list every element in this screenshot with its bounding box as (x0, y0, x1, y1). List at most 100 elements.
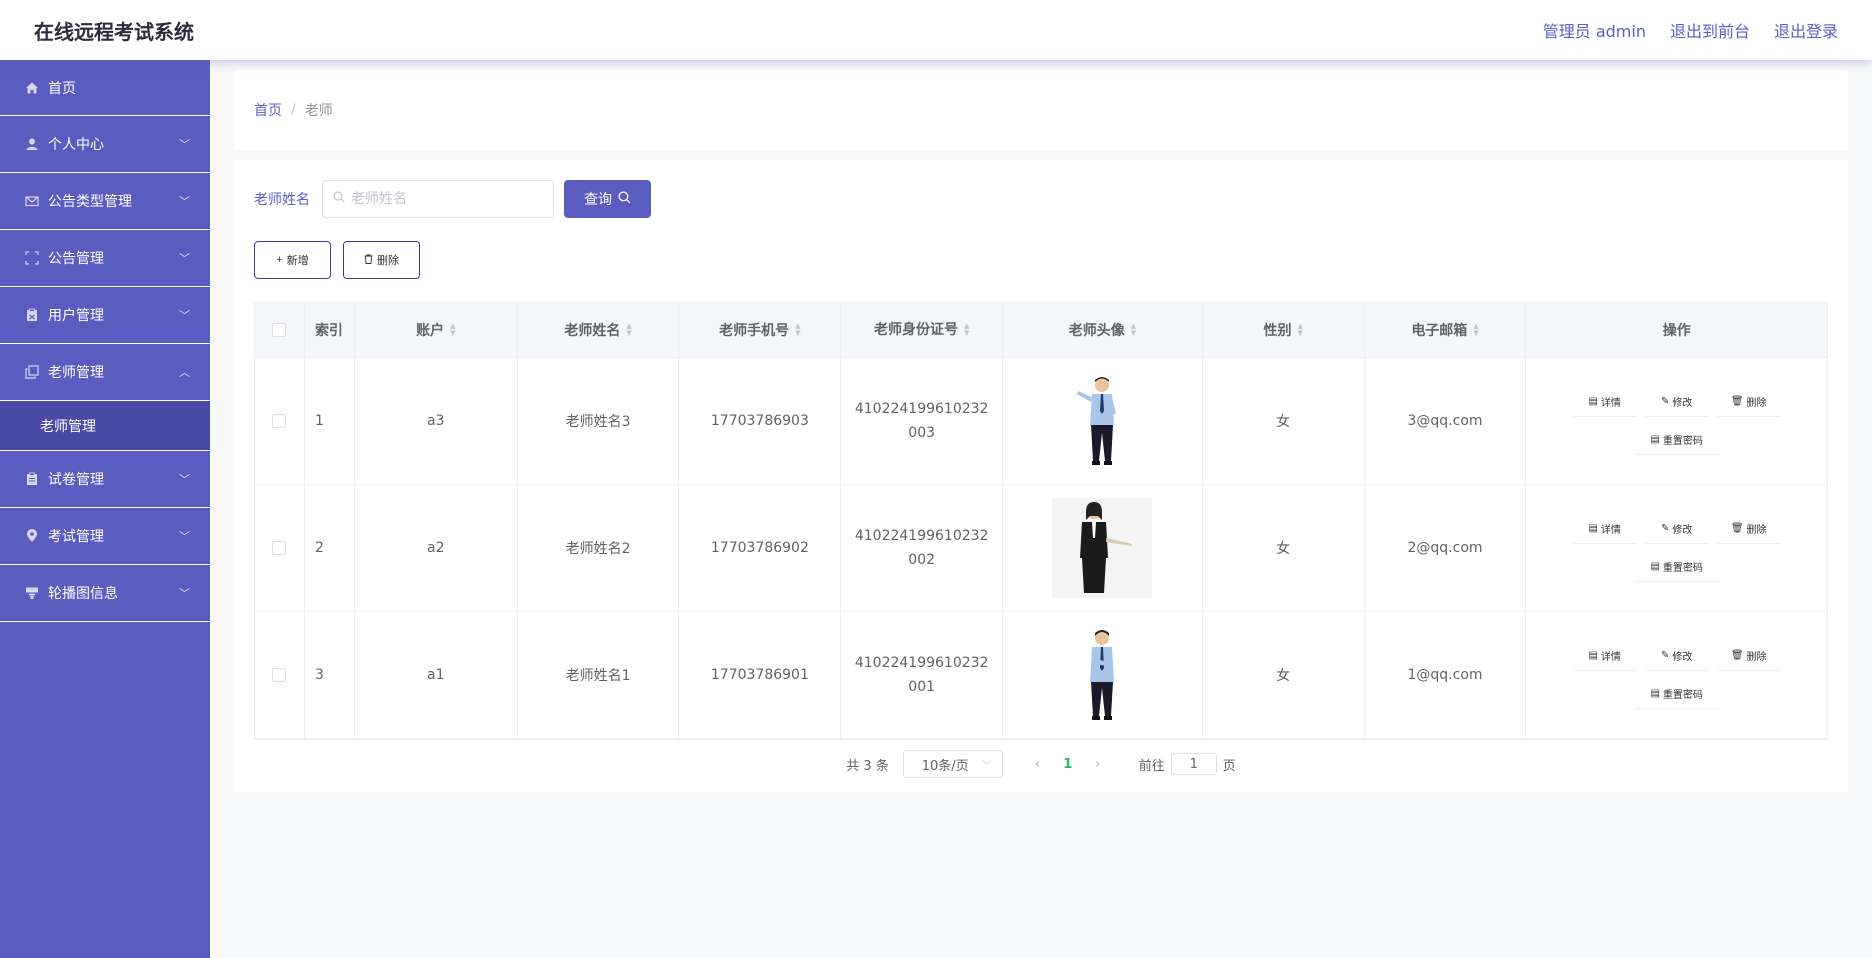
detail-button[interactable]: ▤ 详情 (1572, 387, 1637, 417)
ops-line: ▤ 详情 ✎ 修改 🗑 删除 (1572, 641, 1781, 671)
edit-button[interactable]: ✎ 修改 (1644, 641, 1709, 671)
header-label: 账户 (416, 323, 445, 339)
delete-button[interactable]: 🗑 删除 (1716, 641, 1781, 671)
sidebar-item-home[interactable]: 首页 (0, 60, 210, 116)
sidebar-item-exam-papers[interactable]: 试卷管理 ﹀ (0, 451, 210, 508)
cell-account: a1 (355, 612, 518, 738)
header-label: 老师身份证号 (873, 322, 958, 338)
chevron-down-icon: ﹀ (179, 473, 190, 486)
content-card: 老师姓名 查询 + 新增 (234, 160, 1848, 792)
row-checkbox[interactable] (272, 414, 287, 428)
batch-delete-button[interactable]: 删除 (343, 241, 420, 279)
breadcrumb-home[interactable]: 首页 (254, 100, 282, 120)
pagination: 共 3 条 10条/页 ﹀ ‹ 1 › 前往 页 (234, 750, 1848, 778)
reset-password-button[interactable]: ▤ 重置密码 (1633, 552, 1720, 582)
sort-icon[interactable]: ▲ ▼ (1131, 323, 1136, 337)
add-button[interactable]: + 新增 (254, 241, 331, 279)
header-id-card[interactable]: 老师身份证号 ▲ ▼ (841, 303, 1004, 357)
row-checkbox[interactable] (272, 541, 287, 555)
sidebar-item-label: 试卷管理 (48, 472, 104, 488)
front-link[interactable]: 退出到前台 (1670, 18, 1750, 42)
batch-delete-button-label: 删除 (377, 255, 399, 267)
edit-button[interactable]: ✎ 修改 (1644, 514, 1709, 544)
select-all-checkbox[interactable] (272, 323, 287, 337)
cell-index: 2 (305, 485, 355, 611)
reset-password-button[interactable]: ▤ 重置密码 (1633, 425, 1720, 455)
header-phone[interactable]: 老师手机号 ▲ ▼ (679, 303, 842, 357)
submenu-item-teacher-management[interactable]: 老师管理 (0, 401, 210, 451)
header-account[interactable]: 账户 ▲ ▼ (355, 303, 518, 357)
cell-phone: 17703786903 (679, 358, 842, 484)
reset-password-button[interactable]: ▤ 重置密码 (1633, 679, 1720, 709)
admin-label[interactable]: 管理员 admin (1543, 18, 1646, 42)
sort-icon[interactable]: ▲ ▼ (795, 323, 800, 337)
sidebar-item-teachers[interactable]: 老师管理 ︿ (0, 344, 210, 401)
chevron-down-icon: ﹀ (179, 195, 190, 208)
page-number-current[interactable]: 1 (1053, 757, 1083, 772)
sidebar-item-users[interactable]: 用户管理 ﹀ (0, 287, 210, 344)
delete-button[interactable]: 🗑 删除 (1716, 387, 1781, 417)
cell-avatar (1003, 358, 1203, 484)
delete-button[interactable]: 🗑 删除 (1716, 514, 1781, 544)
header-index: 索引 (305, 303, 355, 357)
query-button-label: 查询 (584, 191, 612, 207)
sidebar-item-label: 轮播图信息 (48, 586, 118, 602)
sort-icon[interactable]: ▲ ▼ (964, 323, 969, 337)
cell-phone: 17703786901 (679, 612, 842, 738)
sort-icon[interactable]: ▲ ▼ (1298, 323, 1303, 337)
mail-icon (24, 193, 40, 209)
row-checkbox-cell (255, 485, 305, 611)
search-label: 老师姓名 (254, 192, 310, 208)
search-input[interactable] (351, 191, 531, 207)
header-gender[interactable]: 性别 ▲ ▼ (1203, 303, 1365, 357)
breadcrumb-current: 老师 (304, 103, 333, 119)
sort-icon[interactable]: ▲ ▼ (1473, 323, 1478, 337)
table-header: 索引 账户 ▲ ▼ 老师姓名 ▲ ▼ 老师手机号 ▲ ▼ 老师身份证号 ▲ ▼ 老师头像 ▲ ▼ 性… (255, 303, 1827, 358)
header-checkbox-cell (255, 303, 305, 357)
edit-icon: ✎ (1661, 396, 1670, 407)
header-label: 性别 (1263, 323, 1292, 339)
cell-id-card: 410224199610232001 (841, 612, 1004, 738)
cell-index: 1 (305, 358, 355, 484)
sidebar-item-notice[interactable]: 公告管理 ﹀ (0, 230, 210, 287)
query-button[interactable]: 查询 (564, 180, 651, 218)
sidebar-item-carousel[interactable]: 轮播图信息 ﹀ (0, 565, 210, 622)
header-name[interactable]: 老师姓名 ▲ ▼ (518, 303, 680, 357)
chevron-down-icon: ﹀ (179, 252, 190, 265)
avatar[interactable] (1052, 625, 1152, 725)
cell-gender: 女 (1203, 612, 1365, 738)
ops-line: ▤ 重置密码 (1633, 552, 1720, 582)
teacher-table: 索引 账户 ▲ ▼ 老师姓名 ▲ ▼ 老师手机号 ▲ ▼ 老师身份证号 ▲ ▼ 老师头像 ▲ ▼ 性… (254, 302, 1828, 740)
sort-icon[interactable]: ▲ ▼ (450, 323, 455, 337)
search-row: 老师姓名 查询 (254, 180, 651, 218)
detail-label: 详情 (1600, 652, 1621, 663)
sort-icon[interactable]: ▲ ▼ (626, 323, 631, 337)
document-icon: ▤ (1588, 523, 1598, 534)
top-header: 在线远程考试系统 管理员 admin 退出到前台 退出登录 (0, 0, 1872, 60)
page-size-select[interactable]: 10条/页 ﹀ (902, 750, 1003, 778)
chevron-down-icon: ﹀ (981, 760, 992, 772)
edit-button[interactable]: ✎ 修改 (1644, 387, 1709, 417)
header-avatar[interactable]: 老师头像 ▲ ▼ (1003, 303, 1203, 357)
cell-gender: 女 (1203, 358, 1365, 484)
cell-avatar (1003, 485, 1203, 611)
header-email[interactable]: 电子邮箱 ▲ ▼ (1365, 303, 1527, 357)
goto-page-input[interactable] (1170, 753, 1217, 775)
row-checkbox[interactable] (272, 668, 287, 682)
detail-button[interactable]: ▤ 详情 (1572, 641, 1637, 671)
page-size-value: 10条/页 (921, 758, 969, 774)
sidebar-item-personal-center[interactable]: 个人中心 ﹀ (0, 116, 210, 173)
header-operations: 操作 (1662, 323, 1691, 339)
prev-page-button[interactable]: ‹ (1023, 757, 1053, 772)
sidebar-item-exams[interactable]: 考试管理 ﹀ (0, 508, 210, 565)
avatar[interactable] (1052, 498, 1153, 598)
avatar[interactable] (1052, 371, 1152, 471)
sidebar-item-label: 公告管理 (48, 251, 104, 267)
logout-link[interactable]: 退出登录 (1774, 18, 1838, 42)
edit-label: 修改 (1672, 525, 1693, 536)
detail-label: 详情 (1600, 525, 1621, 536)
sidebar-item-label: 老师管理 (48, 365, 104, 381)
detail-button[interactable]: ▤ 详情 (1572, 514, 1637, 544)
sidebar-item-notice-type[interactable]: 公告类型管理 ﹀ (0, 173, 210, 230)
next-page-button[interactable]: › (1083, 757, 1113, 772)
